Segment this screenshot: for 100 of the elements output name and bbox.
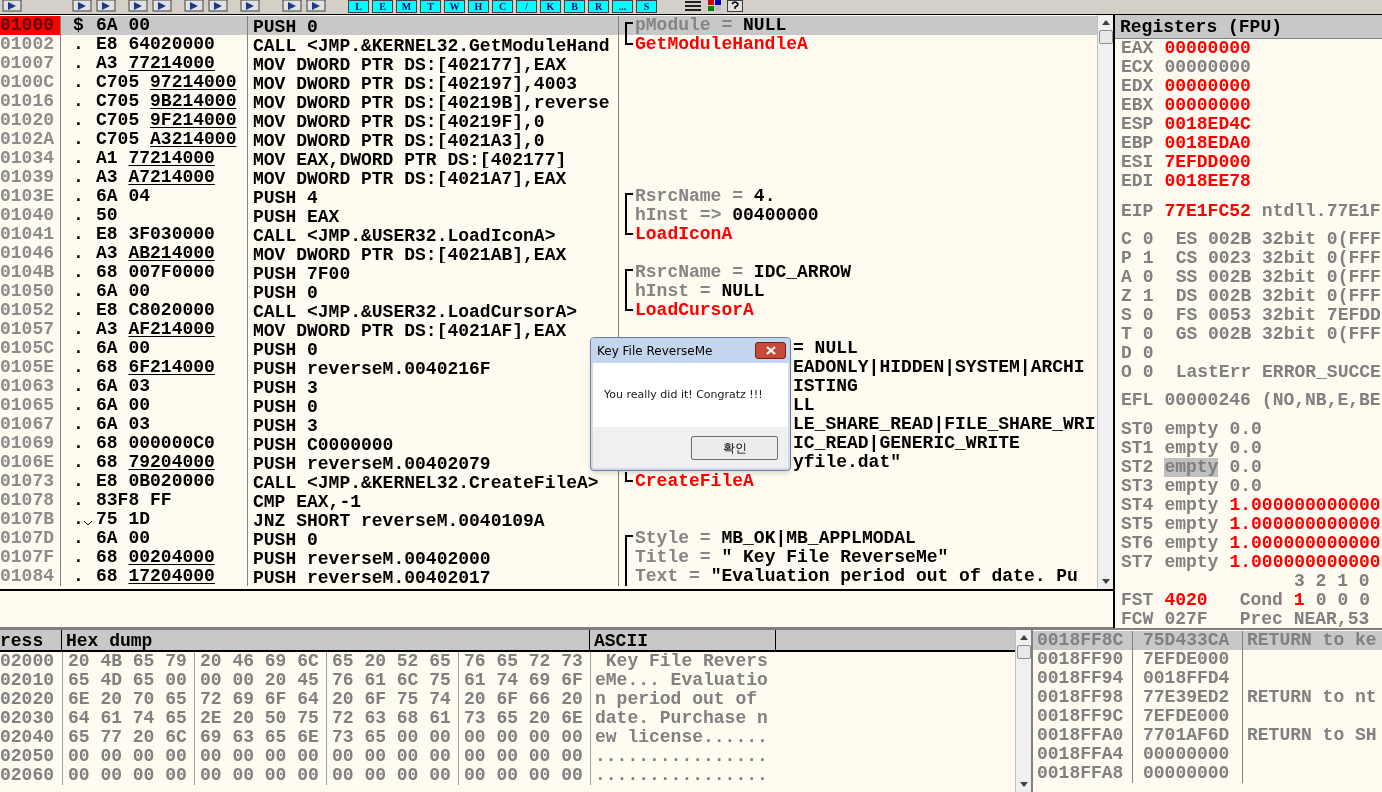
register-value[interactable]: 4020 xyxy=(1164,591,1208,610)
address-cell[interactable]: 01050 xyxy=(0,282,61,301)
address-cell[interactable]: 01073 xyxy=(0,472,61,491)
fpu-value[interactable]: 1.000000000000 xyxy=(1229,534,1381,553)
scroll-up-icon[interactable] xyxy=(1101,20,1110,25)
register-value[interactable]: 00000000 xyxy=(1164,77,1251,96)
toolbar-icon[interactable] xyxy=(306,0,326,12)
address-cell[interactable]: 0018FFA8 xyxy=(1033,764,1133,783)
highlighted-row[interactable]: 01000 $ 6A 00 PUSH 0 pModule = NULL xyxy=(0,16,1097,35)
address-cell[interactable]: 01002 xyxy=(0,35,61,54)
scrollbar-thumb[interactable] xyxy=(1016,645,1031,659)
toolbar-button[interactable]: L xyxy=(348,0,369,13)
address-cell[interactable]: 01040 xyxy=(0,206,61,225)
flag-value[interactable]: 0 xyxy=(1142,306,1154,325)
scroll-up-icon[interactable] xyxy=(1019,635,1028,640)
toolbar-button[interactable]: M xyxy=(396,0,417,13)
toolbar-icon[interactable] xyxy=(152,0,172,12)
toolbar-button[interactable]: ... xyxy=(612,0,633,13)
register-value[interactable]: 0018EDA0 xyxy=(1164,134,1251,153)
register-value[interactable]: 0018EE78 xyxy=(1164,172,1251,191)
fpu-tag[interactable]: empty xyxy=(1164,439,1219,458)
address-cell[interactable]: 0104B xyxy=(0,263,61,282)
toolbar-icon[interactable] xyxy=(128,0,148,12)
address-cell[interactable]: 01057 xyxy=(0,320,61,339)
fpu-tag[interactable]: empty xyxy=(1164,458,1219,477)
address-cell[interactable]: 01007 xyxy=(0,54,61,73)
address-cell[interactable]: 01034 xyxy=(0,149,61,168)
fpu-value[interactable]: 0.0 xyxy=(1229,477,1262,496)
cond-bit[interactable]: 1 xyxy=(1293,591,1305,610)
list-icon[interactable] xyxy=(683,0,703,12)
address-cell[interactable]: 0107F xyxy=(0,548,61,567)
address-cell[interactable]: 0018FF94 xyxy=(1033,669,1133,688)
address-cell[interactable]: 01067 xyxy=(0,415,61,434)
address-cell[interactable]: 0018FFA4 xyxy=(1033,745,1133,764)
register-value[interactable]: 00000000 xyxy=(1164,58,1251,77)
toolbar-button[interactable]: E xyxy=(372,0,393,13)
flag-value[interactable]: 0 xyxy=(1142,325,1154,344)
toolbar-icon[interactable] xyxy=(72,0,92,12)
cond-bit[interactable]: 0 xyxy=(1315,591,1327,610)
address-cell[interactable]: 01063 xyxy=(0,377,61,396)
column-header[interactable]: Hex dump xyxy=(62,630,590,650)
fpu-value[interactable]: 0.0 xyxy=(1229,458,1262,477)
toolbar-icon[interactable] xyxy=(2,0,22,12)
address-cell[interactable]: 0018FFA0 xyxy=(1033,726,1133,745)
scrollbar-thumb[interactable] xyxy=(1098,30,1113,44)
flag-value[interactable]: 0 xyxy=(1142,268,1154,287)
address-cell[interactable]: 0107B xyxy=(0,510,61,529)
fpu-tag[interactable]: empty xyxy=(1164,477,1219,496)
register-value[interactable]: 00000246 xyxy=(1164,391,1251,410)
address-cell[interactable]: 01069 xyxy=(0,434,61,453)
fpu-tag[interactable]: empty xyxy=(1164,496,1219,515)
flag-value[interactable]: 1 xyxy=(1142,249,1154,268)
address-cell[interactable]: 01020 xyxy=(0,111,61,130)
column-header[interactable]: ress xyxy=(0,630,62,650)
address-cell[interactable]: 0103E xyxy=(0,187,61,206)
toolbar-button[interactable]: T xyxy=(420,0,441,13)
register-value[interactable]: 0018ED4C xyxy=(1164,115,1251,134)
register-value[interactable]: 027F xyxy=(1164,610,1208,628)
register-value[interactable]: 7EFDD000 xyxy=(1164,153,1251,172)
scrollbar[interactable] xyxy=(1015,630,1031,792)
cond-bit[interactable]: 0 xyxy=(1359,591,1371,610)
address-cell[interactable]: 0105C xyxy=(0,339,61,358)
register-value[interactable]: 00000000 xyxy=(1164,96,1251,115)
toolbar-button[interactable]: B xyxy=(564,0,585,13)
highlighted-row[interactable]: 0018FF8C 75D433CA RETURN to ke xyxy=(1033,631,1382,650)
address-cell[interactable]: 0100C xyxy=(0,73,61,92)
address-cell[interactable]: 01041 xyxy=(0,225,61,244)
address-cell[interactable]: 0102A xyxy=(0,130,61,149)
scrollbar[interactable] xyxy=(1097,15,1113,589)
flag-value[interactable]: 0 xyxy=(1142,363,1154,382)
fpu-tag[interactable]: empty xyxy=(1164,534,1219,553)
address-cell[interactable]: 01084 xyxy=(0,567,61,586)
toolbar-button[interactable]: K xyxy=(540,0,561,13)
address-cell[interactable]: 0106E xyxy=(0,453,61,472)
toolbar-button[interactable]: / xyxy=(516,0,537,13)
toolbar-button[interactable]: H xyxy=(468,0,489,13)
address-cell[interactable]: 0018FF9C xyxy=(1033,707,1133,726)
address-cell[interactable]: 01078 xyxy=(0,491,61,510)
toolbar-button[interactable]: W xyxy=(444,0,465,13)
fpu-tag[interactable]: empty xyxy=(1164,420,1219,439)
address-cell[interactable]: 0018FF90 xyxy=(1033,650,1133,669)
register-value[interactable]: 00000000 xyxy=(1164,39,1251,58)
toolbar-icon[interactable] xyxy=(184,0,204,12)
cond-bit[interactable]: 0 xyxy=(1337,591,1349,610)
fpu-value[interactable]: 1.000000000000 xyxy=(1229,553,1381,572)
toolbar-button[interactable]: C xyxy=(492,0,513,13)
address-cell[interactable]: 0018FF98 xyxy=(1033,688,1133,707)
register-value[interactable]: 77E1FC52 xyxy=(1164,202,1251,221)
flag-value[interactable]: 1 xyxy=(1142,287,1154,306)
address-cell[interactable]: 01039 xyxy=(0,168,61,187)
toolbar-button[interactable]: S xyxy=(636,0,657,13)
toolbar-icon[interactable] xyxy=(208,0,228,12)
address-cell[interactable]: 01000 xyxy=(0,16,61,35)
help-icon[interactable] xyxy=(727,0,743,12)
fpu-value[interactable]: 0.0 xyxy=(1229,439,1262,458)
address-cell[interactable]: 01065 xyxy=(0,396,61,415)
address-cell[interactable]: 01046 xyxy=(0,244,61,263)
palette-icon[interactable] xyxy=(707,0,723,12)
toolbar-icon[interactable] xyxy=(240,0,260,12)
column-header[interactable]: ASCII xyxy=(590,630,776,650)
